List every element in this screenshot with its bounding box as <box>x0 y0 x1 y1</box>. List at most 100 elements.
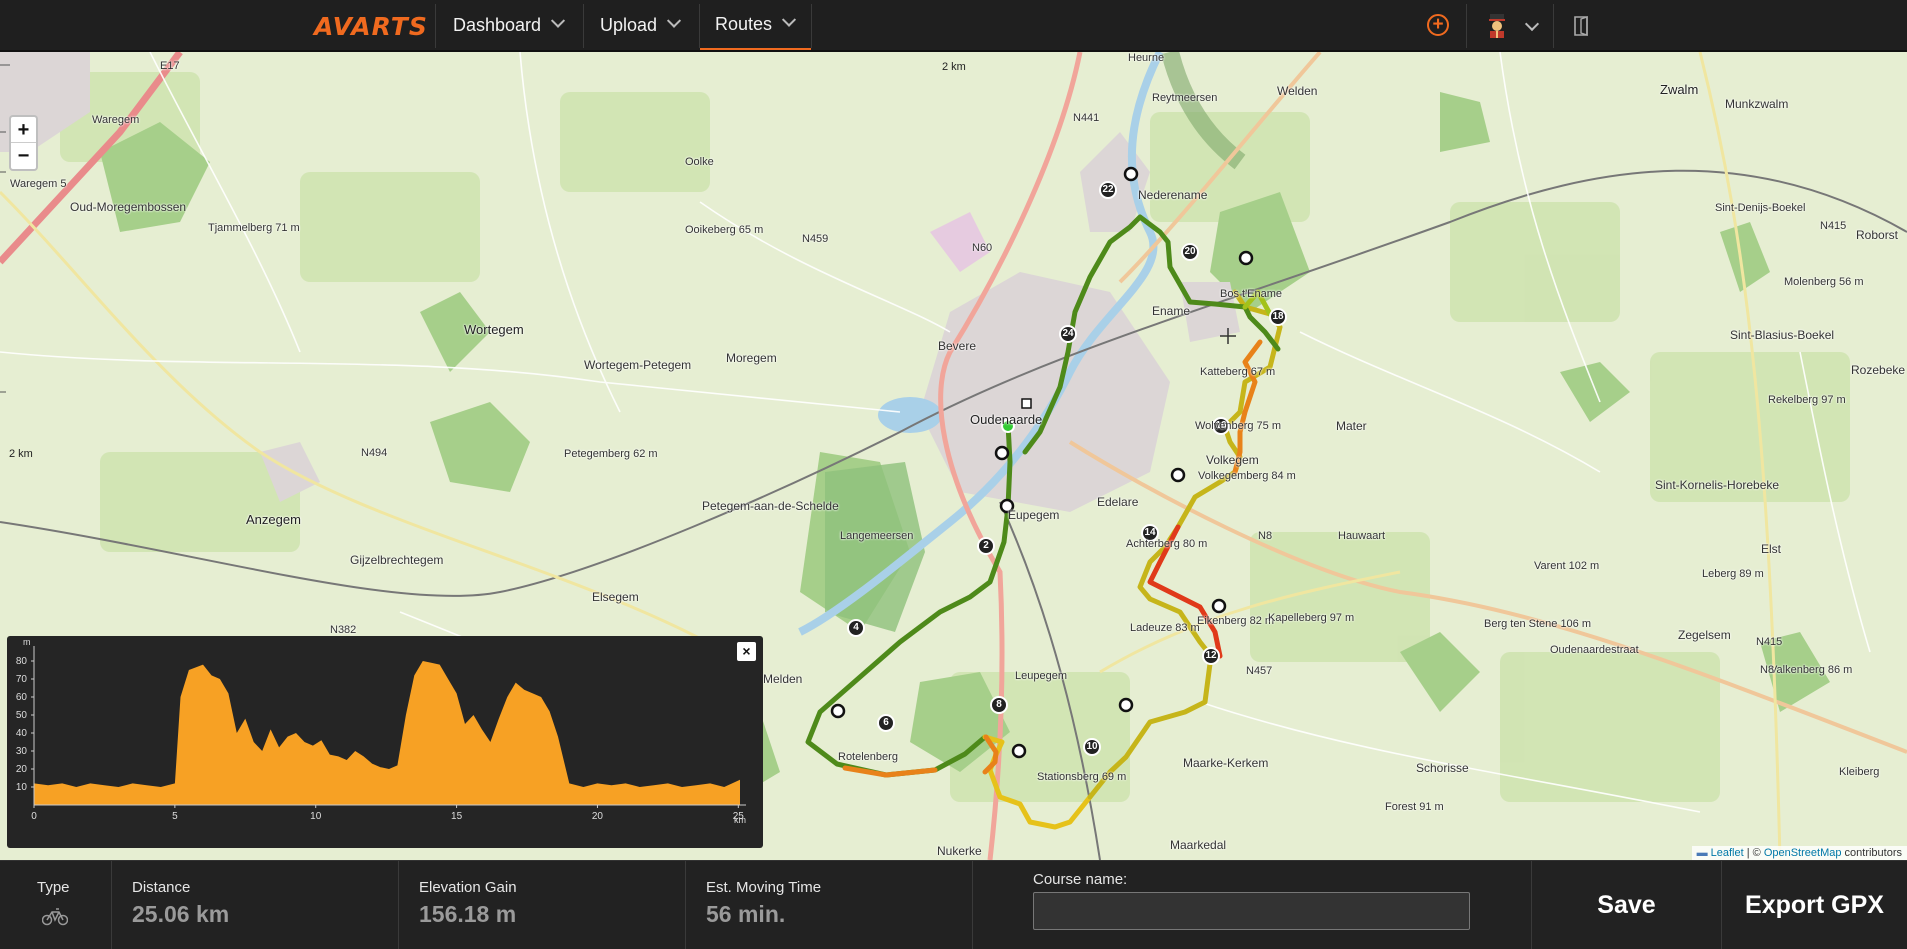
map-place-label: Hauwaart <box>1338 530 1386 542</box>
bicycle-icon <box>42 908 68 926</box>
x-tick-label: 20 <box>592 811 604 822</box>
map-place-label: Waregem 5 <box>10 178 67 190</box>
save-button[interactable]: Save <box>1531 861 1721 949</box>
zoom-control: + − <box>9 115 38 171</box>
km-marker[interactable]: 22 <box>1099 181 1117 199</box>
map-place-label: Edelare <box>1097 495 1139 509</box>
map-place-label: N8 <box>1258 530 1273 542</box>
y-unit-label: m <box>23 637 31 647</box>
scale-label-left: 2 km <box>9 448 33 460</box>
map-place-label: Katteberg 67 m <box>1200 366 1276 378</box>
attribution-sep: | © <box>1743 847 1764 859</box>
nav-upload[interactable]: Upload <box>584 0 699 50</box>
close-elevation-button[interactable]: × <box>737 642 756 661</box>
map-place-label: Munkzwalm <box>1725 97 1789 111</box>
map-place-label: Eikenberg 82 m <box>1197 615 1275 627</box>
chevron-down-icon <box>550 13 566 28</box>
map-place-label: Welden <box>1277 84 1318 98</box>
y-tick-label: 30 <box>16 746 28 757</box>
map-place-label: Ladeuze 83 m <box>1130 622 1200 634</box>
x-tick-label: 15 <box>451 811 463 822</box>
zoom-out-button[interactable]: − <box>11 143 36 169</box>
map-place-label: Roborst <box>1856 228 1899 242</box>
distance-label: Distance <box>132 879 191 896</box>
stat-distance: Distance 25.06 km <box>112 861 399 949</box>
map-place-label: Volkegemberg 84 m <box>1198 470 1296 482</box>
map-place-label: N8 <box>1760 664 1775 676</box>
chevron-down-icon <box>666 13 682 28</box>
y-tick-label: 40 <box>16 728 28 739</box>
y-tick-label: 80 <box>16 656 28 667</box>
map-place-label: Ename <box>1152 304 1191 318</box>
map-place-label: Maarke-Kerkem <box>1183 756 1269 770</box>
km-marker[interactable]: 8 <box>990 696 1008 714</box>
map-place-label: Reytmeersen <box>1152 92 1218 104</box>
map-place-label: Leberg 89 m <box>1702 568 1764 580</box>
user-avatar-icon[interactable] <box>1484 12 1510 38</box>
add-plus-icon[interactable]: + <box>1427 14 1449 36</box>
course-name-input[interactable] <box>1033 892 1470 930</box>
stat-type: Type <box>0 861 112 949</box>
map-place-label: Waregem <box>92 114 140 126</box>
stat-elevation-gain: Elevation Gain 156.18 m <box>399 861 686 949</box>
map-place-label: Wolvenberg 75 m <box>1195 420 1282 432</box>
y-tick-label: 10 <box>16 782 28 793</box>
map-place-label: Volkegem <box>1206 453 1259 467</box>
y-tick-label: 60 <box>16 692 28 703</box>
logout-icon[interactable] <box>1572 15 1594 37</box>
elevation-chart[interactable]: m80706050403020100 5 10 15 20 25km <box>7 636 763 848</box>
map-place-label: Rozebeke <box>1851 363 1906 377</box>
elevation-profile: m 80 70 60 50 40 30 20 10 0 5 10 15 20 25 km <box>7 636 763 848</box>
km-marker[interactable]: 10 <box>1083 738 1101 756</box>
map-place-label: Kapelleberg 97 m <box>1268 612 1355 624</box>
chevron-down-icon[interactable] <box>1524 16 1540 32</box>
map-place-label: Elst <box>1761 542 1782 556</box>
scale-label-top: 2 km <box>942 61 966 73</box>
nav-divider <box>811 4 812 48</box>
km-marker[interactable]: 18 <box>1269 308 1287 326</box>
zoom-in-button[interactable]: + <box>11 117 36 143</box>
map-place-label: N459 <box>802 233 829 245</box>
moving-time-label: Est. Moving Time <box>706 879 822 896</box>
app-logo[interactable]: AVARTS <box>314 12 428 41</box>
map-place-label: Varent 102 m <box>1534 560 1600 572</box>
map-place-label: Bevere <box>938 339 977 353</box>
nav-dashboard[interactable]: Dashboard <box>436 0 582 50</box>
map-place-label: Sint-Kornelis-Horebeke <box>1655 478 1780 492</box>
km-marker[interactable]: 4 <box>847 619 865 637</box>
map-place-label: Stationsberg 69 m <box>1037 771 1127 783</box>
type-label: Type <box>37 879 70 896</box>
map-attribution: ▬ Leaflet | © OpenStreetMap contributors <box>1691 846 1907 860</box>
map-place-label: Kleiberg <box>1839 766 1880 778</box>
export-gpx-button[interactable]: Export GPX <box>1721 861 1907 949</box>
km-marker[interactable]: 12 <box>1202 647 1220 665</box>
x-tick-label: 5 <box>172 811 178 822</box>
map-place-label: Petegem-aan-de-Schelde <box>702 499 839 513</box>
nav-routes[interactable]: Routes <box>700 0 811 50</box>
km-marker[interactable]: 24 <box>1059 325 1077 343</box>
top-navbar: AVARTS Dashboard Upload Routes + <box>0 0 1907 52</box>
map-place-label: Oudenaarde <box>970 412 1043 427</box>
y-tick-label: 20 <box>16 764 28 775</box>
km-marker[interactable]: 20 <box>1181 243 1199 261</box>
map-place-label: Petegemberg 62 m <box>564 448 658 460</box>
map-place-label: Achterberg 80 m <box>1126 538 1208 550</box>
osm-link[interactable]: OpenStreetMap <box>1764 847 1842 859</box>
map-place-label: Schorisse <box>1416 761 1469 775</box>
map-place-label: Sint-Denijs-Boekel <box>1715 202 1806 214</box>
km-marker[interactable]: 6 <box>877 714 895 732</box>
map-place-label: N441 <box>1073 112 1100 124</box>
map-place-label: Nederename <box>1138 188 1208 202</box>
nav-routes-label: Routes <box>715 13 773 34</box>
elevation-area <box>34 661 740 805</box>
map-place-label: N457 <box>1246 665 1273 677</box>
attribution-tail: contributors <box>1841 847 1902 859</box>
elevation-gain-value: 156.18 m <box>419 901 517 927</box>
map-place-label: Bos t'Ename <box>1220 288 1283 300</box>
chevron-down-icon <box>781 12 797 27</box>
km-marker[interactable]: 2 <box>977 537 995 555</box>
leaflet-link[interactable]: Leaflet <box>1711 847 1744 859</box>
map-place-label: Moregem <box>726 351 777 365</box>
map-place-label: Leupegem <box>1015 670 1067 682</box>
x-tick-label: 0 <box>31 811 37 822</box>
